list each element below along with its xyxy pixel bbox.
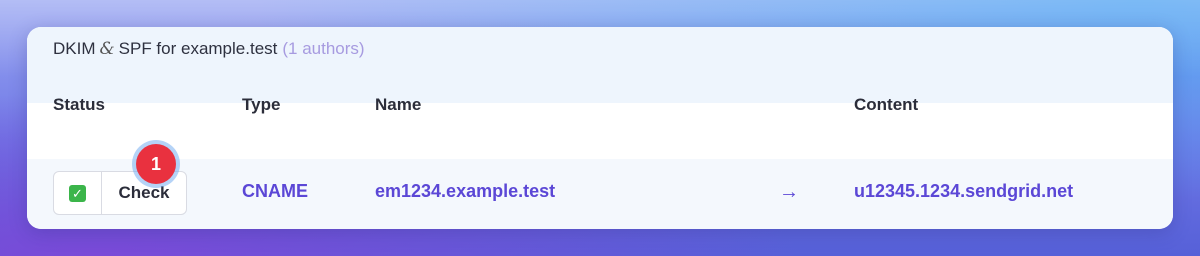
table-header-row — [27, 103, 1173, 159]
step-badge: 1 — [136, 144, 176, 184]
column-header-name: Name — [375, 95, 422, 114]
column-header-status: Status — [53, 95, 105, 114]
record-name: em1234.example.test — [375, 181, 556, 201]
card-header: DKIM & SPF for example.test (1 authors) — [27, 27, 1173, 103]
column-header-type: Type — [242, 95, 281, 114]
title-ampersand: & — [99, 39, 115, 59]
record-type: CNAME — [242, 181, 308, 201]
arrow-right-icon: → — [779, 181, 799, 203]
author-count: (1 authors) — [282, 39, 365, 58]
title-suffix: SPF for example.test — [118, 39, 278, 58]
column-header-content: Content — [854, 95, 919, 114]
status-ok-indicator: ✓ — [54, 172, 102, 214]
card-title: DKIM & SPF for example.test (1 authors) — [53, 39, 365, 59]
check-mark-icon: ✓ — [69, 185, 86, 202]
record-content: u12345.1234.sendgrid.net — [854, 181, 1074, 201]
title-prefix: DKIM — [53, 39, 96, 58]
